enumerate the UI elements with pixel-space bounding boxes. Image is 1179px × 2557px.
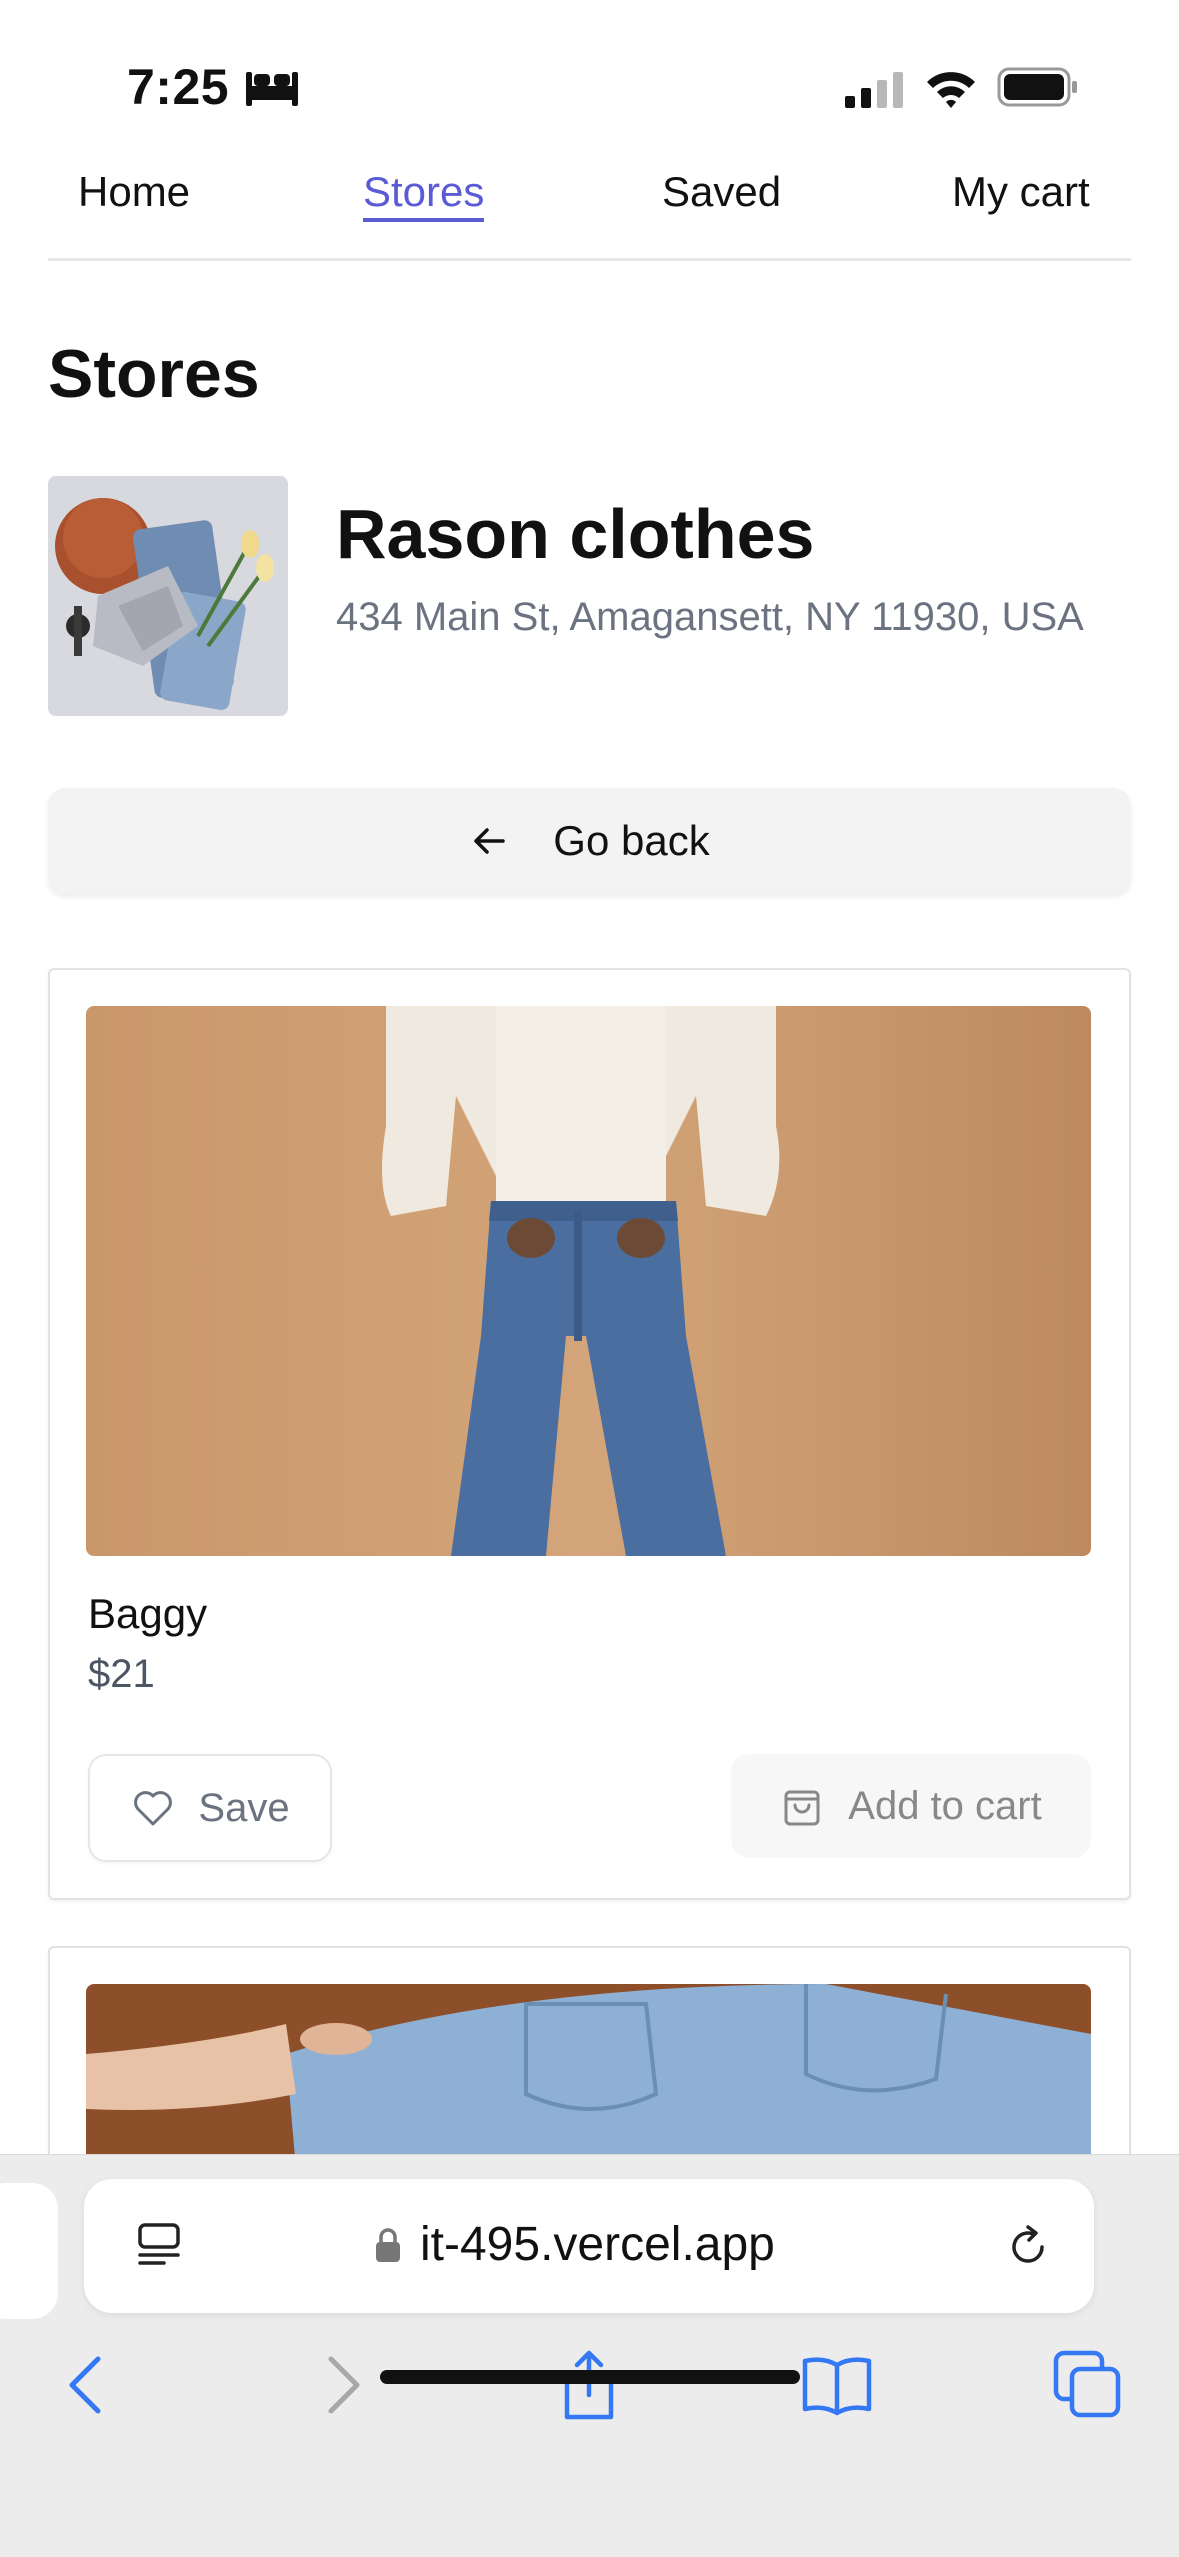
store-image [48,476,288,716]
tab-home[interactable]: Home [78,168,190,216]
tab-stores[interactable]: Stores [363,168,485,222]
save-button[interactable]: Save [88,1754,332,1862]
bookmarks-icon[interactable] [801,2349,873,2421]
top-nav: Home Stores Saved My cart [48,150,1131,261]
status-time: 7:25 [127,59,230,115]
battery-icon [997,67,1077,107]
signal-icon [845,72,903,108]
add-to-cart-label: Add to cart [848,1783,1042,1828]
shopping-bag-icon [784,1790,820,1826]
lock-icon [376,2228,400,2262]
back-chevron-icon[interactable] [52,2349,124,2421]
store-address: 434 Main St, Amagansett, NY 11930, USA [336,595,1084,639]
home-indicator [380,2370,800,2384]
arrow-left-icon [474,828,506,854]
product-name: Baggy [88,1590,208,1637]
address-bar[interactable]: it-495.vercel.app [84,2179,1094,2313]
bed-icon [246,72,298,106]
product-image[interactable] [86,1006,1091,1556]
status-bar: 7:25 [0,0,1179,150]
forward-chevron-icon[interactable] [305,2349,377,2421]
tabs-icon[interactable] [1052,2349,1124,2421]
browser-toolbar: it-495.vercel.app [0,2154,1179,2557]
add-to-cart-button[interactable]: Add to cart [731,1754,1091,1858]
product-card: Baggy $21 Save Add to cart [48,968,1131,1900]
wifi-icon [927,72,975,108]
store-name: Rason clothes [336,495,815,573]
go-back-button[interactable]: Go back [48,788,1131,894]
share-icon[interactable] [553,2349,625,2421]
reload-icon[interactable] [1002,2221,1054,2273]
product-price: $21 [88,1652,155,1696]
heart-icon [134,1791,173,1826]
save-label: Save [198,1785,290,1830]
tab-my-cart[interactable]: My cart [952,168,1090,216]
reader-icon[interactable] [134,2221,184,2271]
previous-tab-peek[interactable] [0,2183,58,2319]
url-text: it-495.vercel.app [420,2218,775,2271]
go-back-label: Go back [553,817,710,864]
tab-saved[interactable]: Saved [662,168,781,216]
page-title: Stores [48,336,260,412]
